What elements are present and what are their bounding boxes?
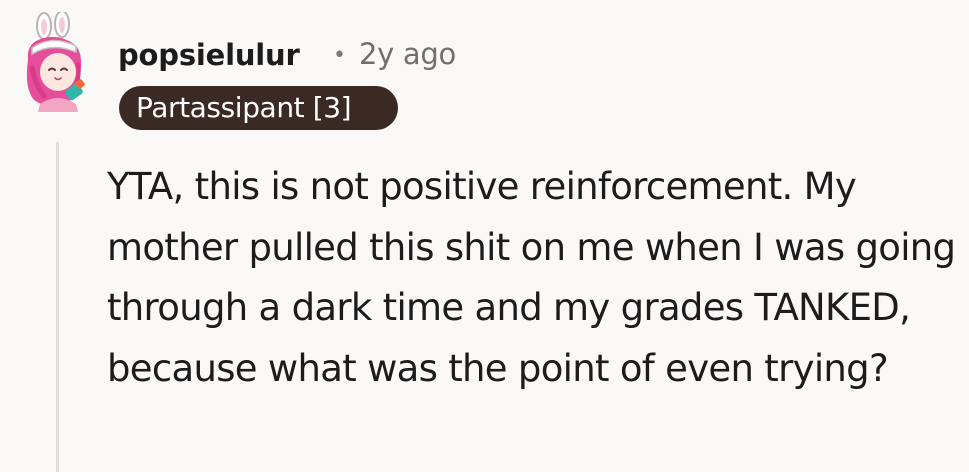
comment-body: YTA, this is not positive reinforcement.…	[107, 165, 956, 390]
user-flair-badge: Partassipant [3]	[119, 86, 398, 130]
avatar-icon[interactable]	[18, 12, 98, 112]
comment-author[interactable]: popsielulur	[118, 37, 300, 73]
thread-line[interactable]	[56, 142, 59, 472]
comment-timestamp[interactable]: 2y ago	[359, 36, 456, 72]
comment: popsielulur • 2y ago Partassipant [3] YT…	[0, 0, 969, 472]
meta-separator: •	[333, 43, 346, 68]
